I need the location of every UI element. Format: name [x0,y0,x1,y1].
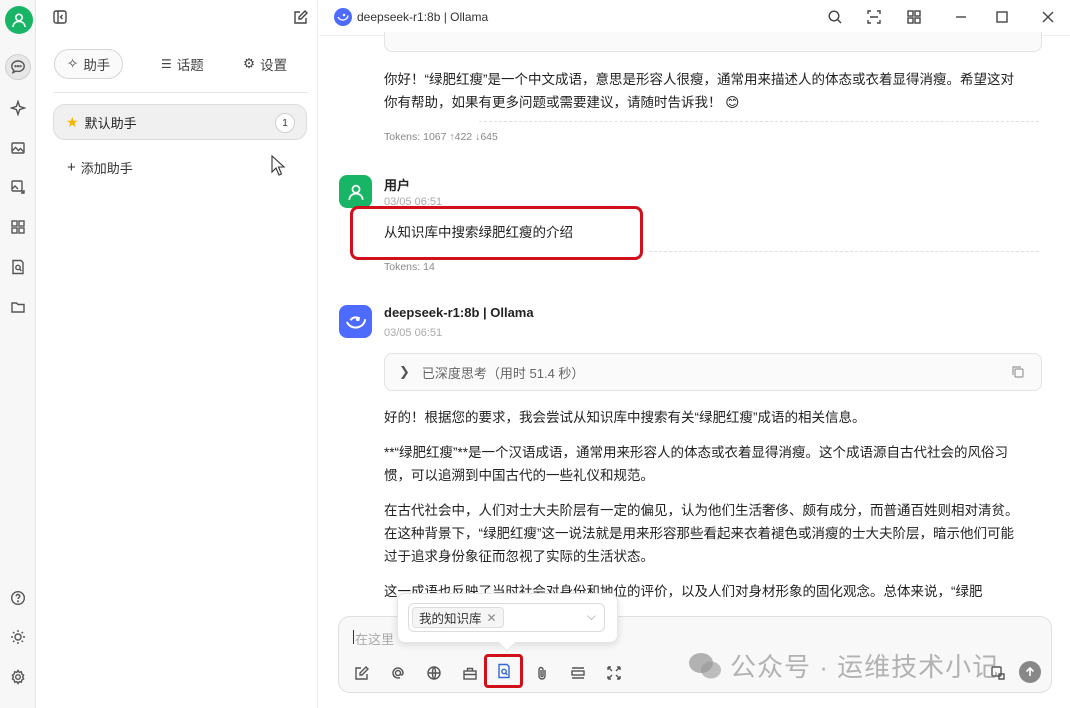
user-message-highlight [350,206,643,260]
topic-count-badge: 1 [275,113,295,133]
reply-paragraph: 在这种背景下，“绿肥红瘦”这一说法就是用来形容那些看起来衣着褪色或消瘦的士大夫阶… [384,526,1014,541]
chat-icon[interactable] [5,54,31,80]
close-icon[interactable] [1039,8,1057,26]
attachment-icon[interactable] [531,662,553,684]
edit-icon[interactable] [351,662,373,684]
sparkle-icon: ✧ [67,56,79,71]
maximize-icon[interactable] [993,8,1011,26]
wechat-icon [689,652,721,678]
model-sender-name: deepseek-r1:8b | Ollama [384,305,534,320]
deepseek-avatar [339,305,372,338]
user-sender-name: 用户 [384,178,411,193]
new-chat-icon[interactable] [292,8,310,26]
chat-title[interactable]: deepseek-r1:8b | Ollama [357,10,488,24]
tab-settings[interactable]: ⚙ 设置 [243,49,287,79]
message-input-placeholder[interactable]: 在这里 [355,629,394,648]
knowledge-base-select[interactable]: 我的知识库 ✕ ⌵ [408,603,605,632]
web-search-icon[interactable] [423,662,445,684]
add-assistant-button[interactable]: + 添加助手 [67,158,133,177]
fullscreen-icon[interactable] [603,662,625,684]
settings-icon[interactable] [5,664,31,690]
assistant-item-default[interactable]: ★ 默认助手 1 [53,104,307,140]
knowledge-base-tag-label: 我的知识库 [419,612,482,626]
search-icon[interactable] [826,8,844,26]
tab-topics[interactable]: ☰ 话题 [161,49,204,79]
remove-tag-icon[interactable]: ✕ [487,611,497,625]
tab-topics-label: 话题 [176,58,204,73]
smile-emoji-icon: 😊 [725,95,740,110]
list-icon: ☰ [161,57,172,71]
help-icon[interactable] [5,585,31,611]
knowledge-base-tag: 我的知识库 ✕ [412,607,504,628]
reply-paragraph: 惯，可以追溯到中国古代的一些礼仪和规范。 [384,468,654,483]
model-message-time: 03/05 06:51 [384,327,443,339]
previous-reply-line-2: 你有帮助，如果有更多问题或需要建议，请随时告诉我！ [384,95,722,110]
reply-paragraph: **“绿肥红瘦”**是一个汉语成语，通常用来形容人的体态或衣着显得消瘦。这个成语… [384,445,1009,460]
watermark-text: 公众号 · 运维技术小记 [730,652,1000,682]
collapse-sidebar-icon[interactable] [51,8,69,26]
theme-icon[interactable] [5,624,31,650]
image-edit-icon[interactable] [5,174,31,200]
knowledge-base-popover: 我的知识库 ✕ ⌵ [397,593,618,652]
sidebar-header [37,0,318,36]
send-button[interactable] [1019,661,1041,683]
deep-think-box[interactable]: ❯ 已深度思考（用时 51.4 秒） [384,353,1042,391]
user-avatar [339,175,372,208]
knowledge-base-button[interactable] [484,654,523,688]
sparkle-icon[interactable] [5,95,31,121]
tab-assistants[interactable]: ✧ 助手 [54,49,124,79]
tab-settings-label: 设置 [260,58,288,73]
chat-topbar: deepseek-r1:8b | Ollama [319,0,1070,36]
plus-icon: + [67,159,76,176]
text-caret [353,630,354,644]
layout-icon[interactable] [905,8,923,26]
star-icon: ★ [66,113,79,130]
user-avatar[interactable] [5,6,33,34]
assistant-name: 默认助手 [84,115,137,131]
model-reply-body: 好的！根据您的要求，我会尝试从知识库中搜索有关“绿肥红瘦”成语的相关信息。 **… [384,406,1054,603]
divider [649,251,1039,252]
reply-paragraph: 过于追求身份象征而忽视了实际的生活状态。 [384,549,654,564]
deep-think-label: 已深度思考（用时 51.4 秒） [421,365,585,381]
expand-icon[interactable] [865,8,883,26]
reply-paragraph: 好的！根据您的要求，我会尝试从知识库中搜索有关“绿肥红瘦”成语的相关信息。 [384,410,866,425]
previous-think-box[interactable] [384,32,1042,52]
copy-icon[interactable] [1011,365,1025,382]
chevron-down-icon[interactable]: ⌵ [587,609,596,624]
gear-icon: ⚙ [243,56,256,71]
chevron-right-icon: ❯ [399,364,410,379]
deepseek-logo-icon [334,8,352,26]
tab-assistants-label: 助手 [83,58,111,73]
previous-reply: 你好！“绿肥红瘦”是一个中文成语，意思是形容人很瘦，通常用来描述人的体态或衣着显… [384,68,1049,114]
add-assistant-label: 添加助手 [80,161,133,176]
user-tokens: Tokens: 14 [384,261,435,273]
icon-rail [0,0,36,708]
mouse-cursor-icon [271,155,286,176]
minimize-icon[interactable] [952,8,970,26]
divider [479,121,1039,122]
image-icon[interactable] [5,135,31,161]
assistant-sidebar: ✧ 助手 ☰ 话题 ⚙ 设置 ★ 默认助手 1 + 添加助手 [37,0,318,708]
reply-paragraph: 在古代社会中，人们对士大夫阶层有一定的偏见，认为他们生活奢侈、颇有成分，而普通百… [384,503,1019,518]
previous-tokens: Tokens: 1067 ↑422 ↓645 [384,131,498,143]
previous-reply-line-1: 你好！“绿肥红瘦”是一个中文成语，意思是形容人很瘦，通常用来描述人的体态或衣着显… [384,72,1014,87]
watermark: 公众号 · 运维技术小记 [688,647,999,684]
sidebar-tabs: ✧ 助手 ☰ 话题 ⚙ 设置 [54,47,308,93]
folder-icon[interactable] [5,294,31,320]
clear-context-icon[interactable] [567,662,589,684]
apps-icon[interactable] [5,214,31,240]
document-search-icon[interactable] [5,254,31,280]
mention-icon[interactable] [387,662,409,684]
toolbox-icon[interactable] [459,662,481,684]
